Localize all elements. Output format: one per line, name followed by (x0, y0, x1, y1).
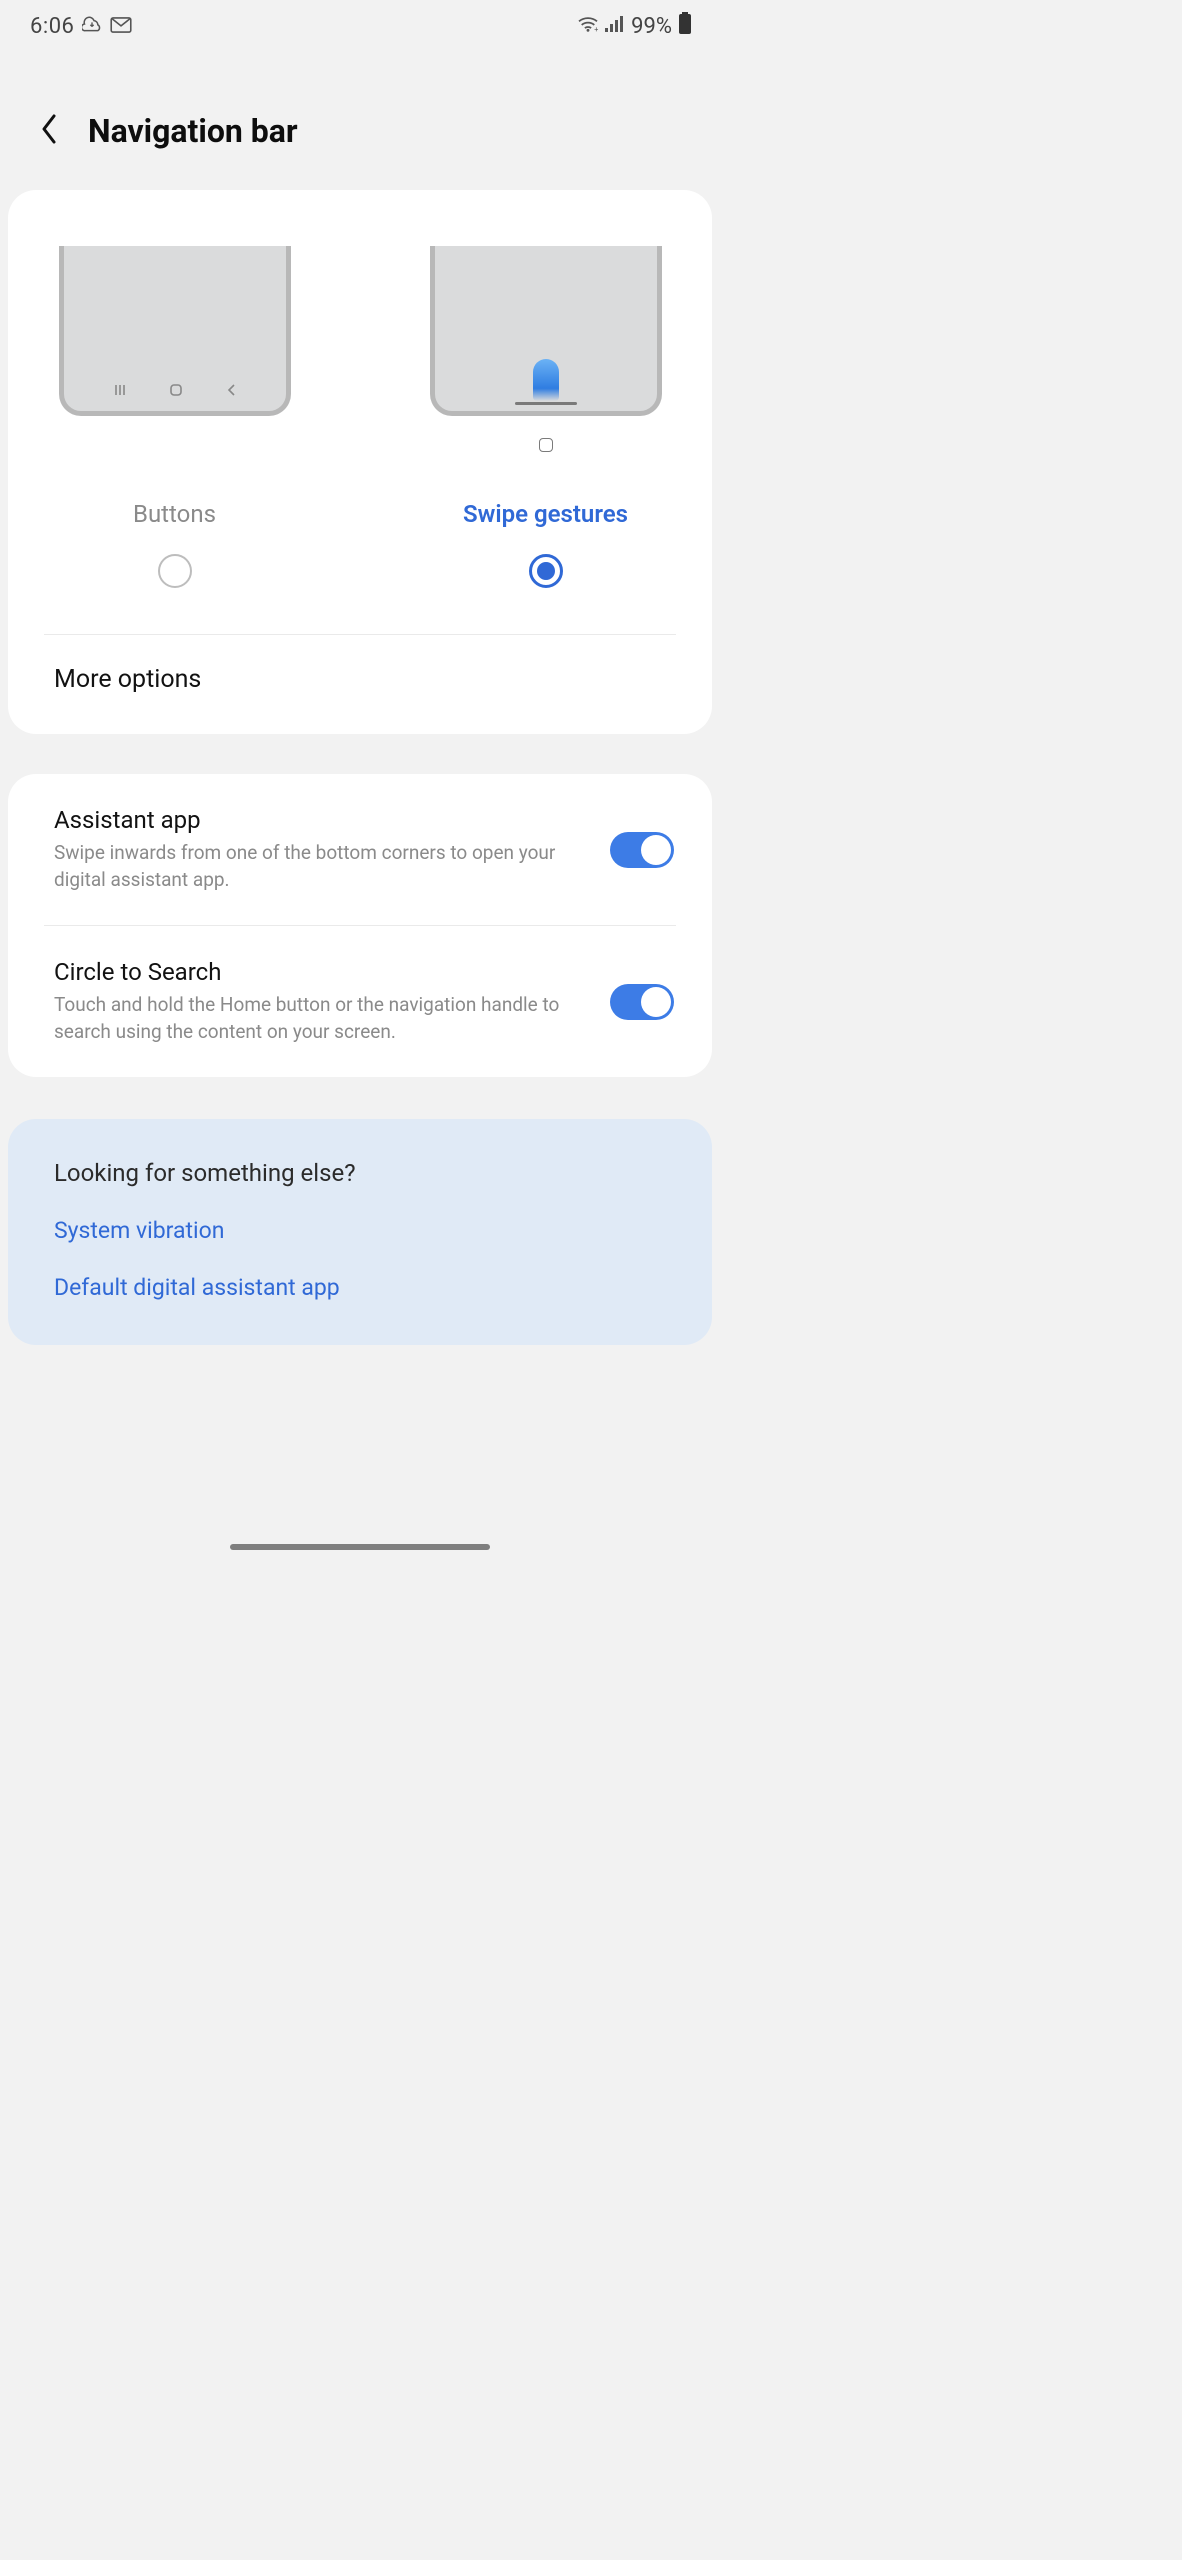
link-system-vibration[interactable]: System vibration (54, 1217, 666, 1244)
home-indicator-icon (539, 438, 553, 452)
swipe-preview (430, 246, 662, 416)
status-left: 6:06 (30, 14, 132, 39)
status-clock: 6:06 (30, 14, 74, 39)
setting-title: Assistant app (54, 806, 590, 834)
cloud-download-icon (82, 14, 102, 39)
more-options-label: More options (54, 665, 201, 694)
radio-buttons[interactable] (158, 554, 192, 588)
battery-icon (678, 12, 692, 40)
looking-for-card: Looking for something else? System vibra… (8, 1119, 712, 1345)
back-nav-icon (225, 382, 237, 401)
buttons-preview (59, 246, 291, 416)
gmail-icon (110, 14, 132, 38)
more-options-row[interactable]: More options (8, 635, 712, 734)
page-header: Navigation bar (0, 52, 720, 190)
page-title: Navigation bar (88, 112, 298, 150)
link-default-assistant[interactable]: Default digital assistant app (54, 1274, 666, 1301)
setting-circle-to-search[interactable]: Circle to Search Touch and hold the Home… (8, 926, 712, 1077)
cellular-signal-icon (605, 14, 625, 39)
settings-card: Assistant app Swipe inwards from one of … (8, 774, 712, 1077)
swipe-gesture-icon (533, 359, 559, 401)
radio-swipe[interactable] (529, 554, 563, 588)
nav-option-label: Swipe gestures (463, 500, 628, 528)
looking-for-title: Looking for something else? (54, 1159, 666, 1187)
nav-option-buttons[interactable]: Buttons (44, 246, 305, 588)
setting-assistant-app[interactable]: Assistant app Swipe inwards from one of … (8, 774, 712, 925)
svg-text:+: + (594, 25, 598, 33)
setting-text: Assistant app Swipe inwards from one of … (54, 806, 590, 893)
nav-type-card: Buttons Swipe gestures More options (8, 190, 712, 734)
setting-title: Circle to Search (54, 958, 590, 986)
nav-option-label: Buttons (133, 500, 216, 528)
gesture-bar-icon (515, 402, 577, 405)
back-icon[interactable] (38, 112, 60, 150)
wifi-icon: + (577, 14, 599, 39)
home-icon (169, 382, 183, 401)
status-bar: 6:06 + 99% (0, 0, 720, 52)
toggle-assistant-app[interactable] (610, 832, 674, 868)
status-right: + 99% (577, 12, 692, 40)
nav-type-options: Buttons Swipe gestures (8, 190, 712, 612)
recents-icon (113, 382, 127, 401)
home-indicator[interactable] (230, 1544, 490, 1550)
setting-text: Circle to Search Touch and hold the Home… (54, 958, 590, 1045)
toggle-circle-to-search[interactable] (610, 984, 674, 1020)
nav-option-swipe[interactable]: Swipe gestures (415, 246, 676, 588)
setting-subtitle: Swipe inwards from one of the bottom cor… (54, 840, 590, 893)
battery-percent: 99% (631, 14, 672, 39)
setting-subtitle: Touch and hold the Home button or the na… (54, 992, 590, 1045)
